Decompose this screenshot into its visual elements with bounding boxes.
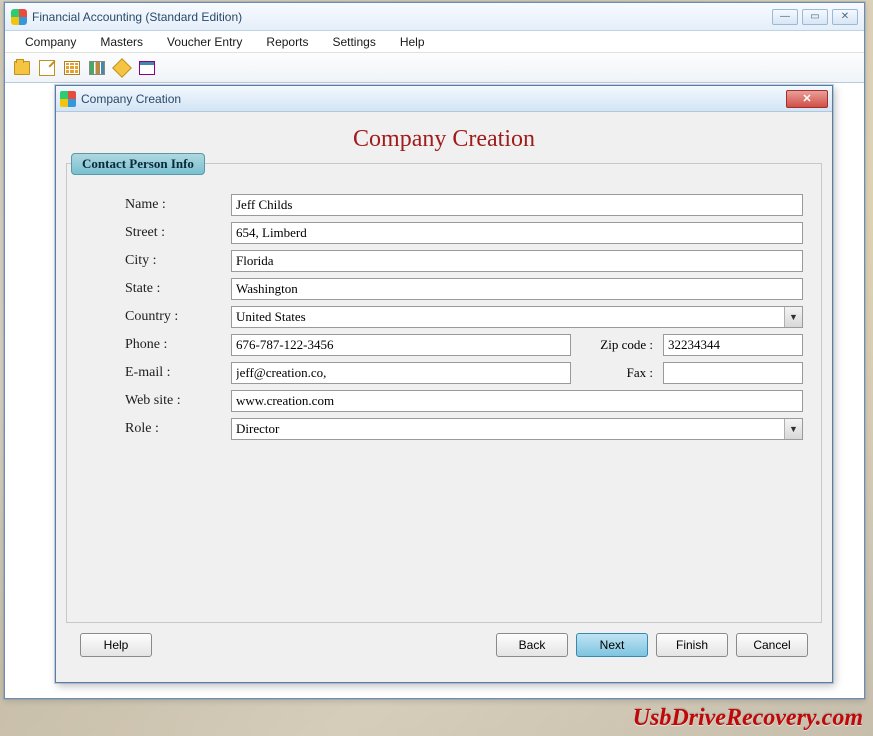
label-email: E-mail : [85, 365, 225, 381]
toolbar [5, 53, 864, 83]
toolbar-edit-icon[interactable] [36, 57, 58, 79]
chevron-down-icon: ▼ [784, 307, 802, 327]
fax-field[interactable] [663, 362, 803, 384]
zip-field[interactable] [663, 334, 803, 356]
label-city: City : [85, 253, 225, 269]
menu-settings[interactable]: Settings [320, 33, 387, 51]
city-field[interactable] [231, 250, 803, 272]
button-spacer [160, 633, 488, 657]
app-icon [11, 9, 27, 25]
cancel-button[interactable]: Cancel [736, 633, 808, 657]
label-phone: Phone : [85, 337, 225, 353]
chevron-down-icon: ▼ [784, 419, 802, 439]
label-name: Name : [85, 197, 225, 213]
toolbar-calendar-icon[interactable] [61, 57, 83, 79]
minimize-button[interactable]: — [772, 9, 798, 25]
label-fax: Fax : [577, 365, 657, 381]
toolbar-tag-icon[interactable] [111, 57, 133, 79]
menu-help[interactable]: Help [388, 33, 437, 51]
label-role: Role : [85, 421, 225, 437]
main-window-title: Financial Accounting (Standard Edition) [32, 10, 772, 24]
dialog-body: Company Creation Contact Person Info Nam… [56, 112, 832, 667]
name-field[interactable] [231, 194, 803, 216]
toolbar-new-icon[interactable] [11, 57, 33, 79]
watermark-text: UsbDriveRecovery.com [633, 705, 863, 732]
country-select[interactable]: United States ▼ [231, 306, 803, 328]
label-street: Street : [85, 225, 225, 241]
menu-reports[interactable]: Reports [254, 33, 320, 51]
tab-contact-person-info[interactable]: Contact Person Info [71, 153, 205, 175]
main-titlebar: Financial Accounting (Standard Edition) … [5, 3, 864, 31]
back-button[interactable]: Back [496, 633, 568, 657]
street-field[interactable] [231, 222, 803, 244]
menubar: Company Masters Voucher Entry Reports Se… [5, 31, 864, 53]
dialog-title: Company Creation [81, 92, 786, 106]
main-application-window: Financial Accounting (Standard Edition) … [4, 2, 865, 699]
menu-masters[interactable]: Masters [88, 33, 155, 51]
toolbar-window-icon[interactable] [136, 57, 158, 79]
state-field[interactable] [231, 278, 803, 300]
help-button[interactable]: Help [80, 633, 152, 657]
label-zip: Zip code : [577, 337, 657, 353]
company-creation-dialog: Company Creation ✕ Company Creation Cont… [55, 85, 833, 683]
dialog-button-row: Help Back Next Finish Cancel [66, 623, 822, 657]
maximize-button[interactable]: ▭ [802, 9, 828, 25]
contact-person-fieldset: Contact Person Info Name : Street : City… [66, 163, 822, 623]
label-website: Web site : [85, 393, 225, 409]
form-grid: Name : Street : City : State : Country :… [85, 194, 803, 440]
phone-field[interactable] [231, 334, 571, 356]
label-state: State : [85, 281, 225, 297]
dialog-close-button[interactable]: ✕ [786, 90, 828, 108]
next-button[interactable]: Next [576, 633, 648, 657]
email-field[interactable] [231, 362, 571, 384]
dialog-icon [60, 91, 76, 107]
label-country: Country : [85, 309, 225, 325]
website-field[interactable] [231, 390, 803, 412]
finish-button[interactable]: Finish [656, 633, 728, 657]
toolbar-report-icon[interactable] [86, 57, 108, 79]
workspace: Company Creation ✕ Company Creation Cont… [7, 85, 862, 696]
role-select[interactable]: Director ▼ [231, 418, 803, 440]
menu-voucher-entry[interactable]: Voucher Entry [155, 33, 254, 51]
menu-company[interactable]: Company [13, 33, 88, 51]
role-value: Director [236, 421, 279, 437]
window-controls: — ▭ ✕ [772, 9, 858, 25]
country-value: United States [236, 309, 306, 325]
dialog-titlebar: Company Creation ✕ [56, 86, 832, 112]
close-button[interactable]: ✕ [832, 9, 858, 25]
